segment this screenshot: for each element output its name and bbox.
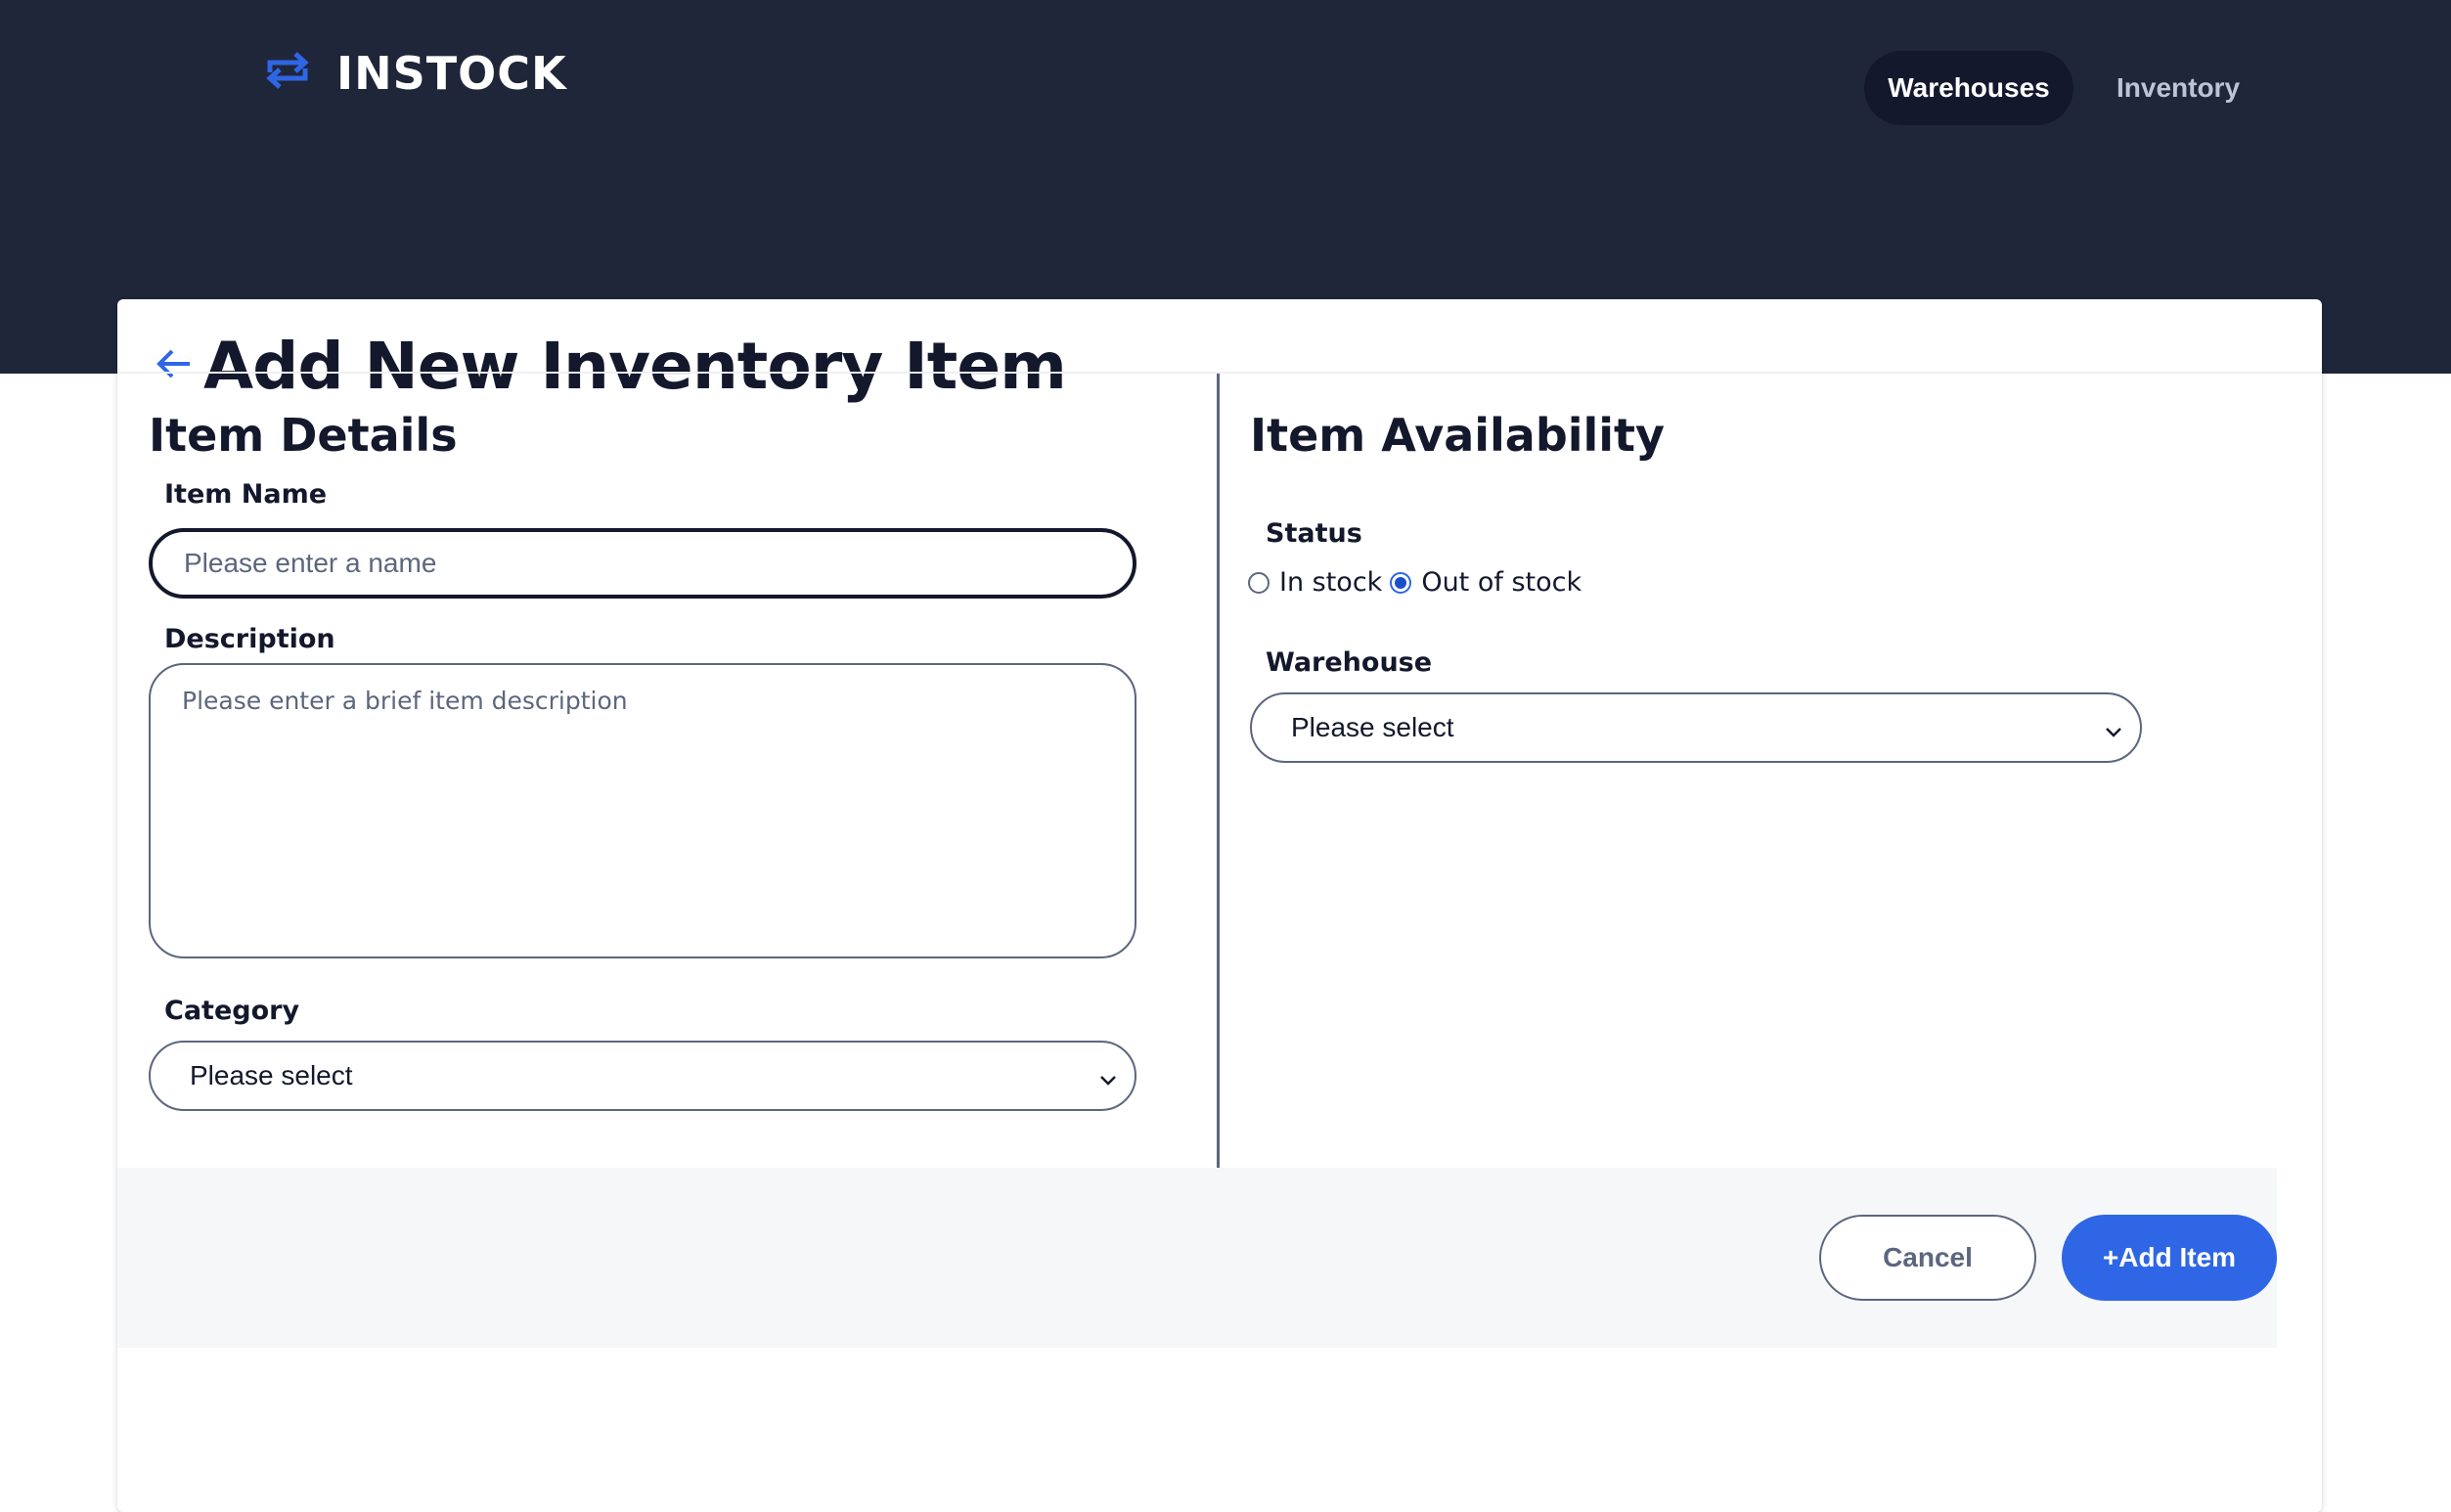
swap-arrows-icon <box>260 43 315 103</box>
form-card: Add New Inventory Item Item Details Item… <box>117 299 2322 1512</box>
status-radio-group: In stock Out of stock <box>1248 567 1589 598</box>
form-actions-bar: Cancel +Add Item <box>117 1168 2277 1348</box>
main-nav: Warehouses Inventory <box>1864 51 2281 125</box>
add-item-button[interactable]: +Add Item <box>2062 1215 2277 1301</box>
page-title: Add New Inventory Item <box>203 329 1067 404</box>
nav-warehouses[interactable]: Warehouses <box>1864 51 2073 125</box>
description-label: Description <box>164 624 335 654</box>
logo-text: INSTOCK <box>336 46 567 100</box>
radio-out-of-stock-label[interactable]: Out of stock <box>1421 567 1582 598</box>
item-details-title: Item Details <box>149 409 458 462</box>
column-divider <box>1217 374 1220 1168</box>
radio-in-stock-label[interactable]: In stock <box>1279 567 1382 598</box>
cancel-button[interactable]: Cancel <box>1819 1215 2036 1301</box>
arrow-left-icon[interactable] <box>153 342 196 390</box>
description-textarea[interactable] <box>149 663 1136 958</box>
chevron-down-icon <box>1097 1066 1119 1088</box>
category-select-value: Please select <box>190 1060 353 1090</box>
warehouse-select[interactable]: Please select <box>1250 692 2142 763</box>
category-label: Category <box>164 996 300 1026</box>
warehouse-label: Warehouse <box>1266 647 1433 678</box>
radio-in-stock[interactable] <box>1248 571 1270 594</box>
category-select[interactable]: Please select <box>149 1041 1136 1111</box>
warehouse-select-value: Please select <box>1291 712 1454 742</box>
title-row: Add New Inventory Item <box>153 329 1067 404</box>
item-name-input[interactable] <box>149 528 1136 599</box>
radio-out-of-stock[interactable] <box>1390 571 1412 594</box>
chevron-down-icon <box>2103 718 2124 739</box>
nav-inventory[interactable]: Inventory <box>2075 51 2281 125</box>
item-name-label: Item Name <box>164 479 328 510</box>
status-label: Status <box>1266 518 1362 549</box>
logo[interactable]: INSTOCK <box>260 43 567 103</box>
header-divider <box>117 372 2322 374</box>
item-availability-title: Item Availability <box>1250 409 1666 462</box>
